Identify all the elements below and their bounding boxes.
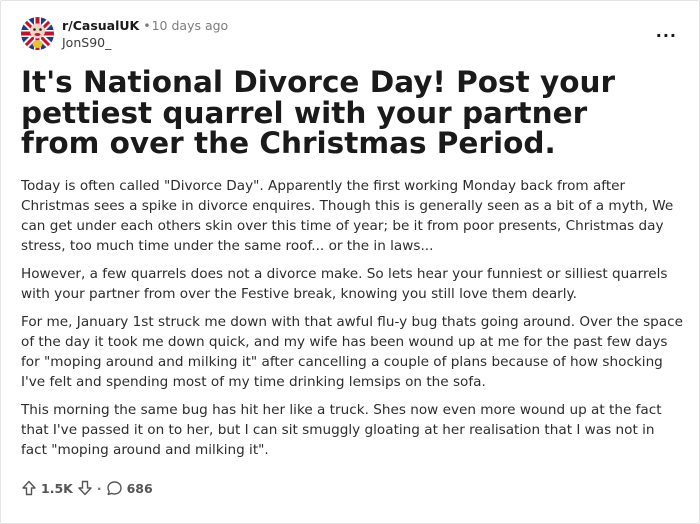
- body-paragraph: This morning the same bug has hit her li…: [21, 402, 662, 458]
- post-actions: 1.5K · 686: [21, 478, 157, 498]
- post-age: 10 days ago: [151, 18, 229, 33]
- subreddit-avatar-icon[interactable]: [21, 17, 54, 50]
- post-body: Today is often called "Divorce Day". App…: [21, 176, 683, 468]
- author-link[interactable]: JonS90_: [62, 35, 228, 50]
- vote-count: 1.5K: [41, 480, 73, 496]
- post-meta: r/CasualUK •10 days ago JonS90_: [62, 18, 228, 50]
- more-options-icon[interactable]: ...: [656, 22, 677, 41]
- post-header: r/CasualUK •10 days ago JonS90_ ...: [21, 16, 679, 52]
- comment-count[interactable]: 686: [127, 481, 153, 496]
- body-paragraph: Today is often called "Divorce Day". App…: [21, 178, 674, 254]
- subreddit-link[interactable]: r/CasualUK: [62, 18, 139, 33]
- meta-separator: •: [143, 18, 151, 33]
- downvote-arrow-icon[interactable]: [77, 480, 93, 496]
- actions-separator: ·: [96, 480, 102, 496]
- body-paragraph: For me, January 1st struck me down with …: [21, 314, 683, 390]
- post-title: It's National Divorce Day! Post your pet…: [21, 65, 616, 160]
- body-paragraph: However, a few quarrels does not a divor…: [21, 266, 668, 302]
- post-card: r/CasualUK •10 days ago JonS90_ ... It's …: [0, 0, 700, 524]
- upvote-arrow-icon[interactable]: [21, 480, 37, 496]
- comment-bubble-icon[interactable]: [106, 480, 123, 496]
